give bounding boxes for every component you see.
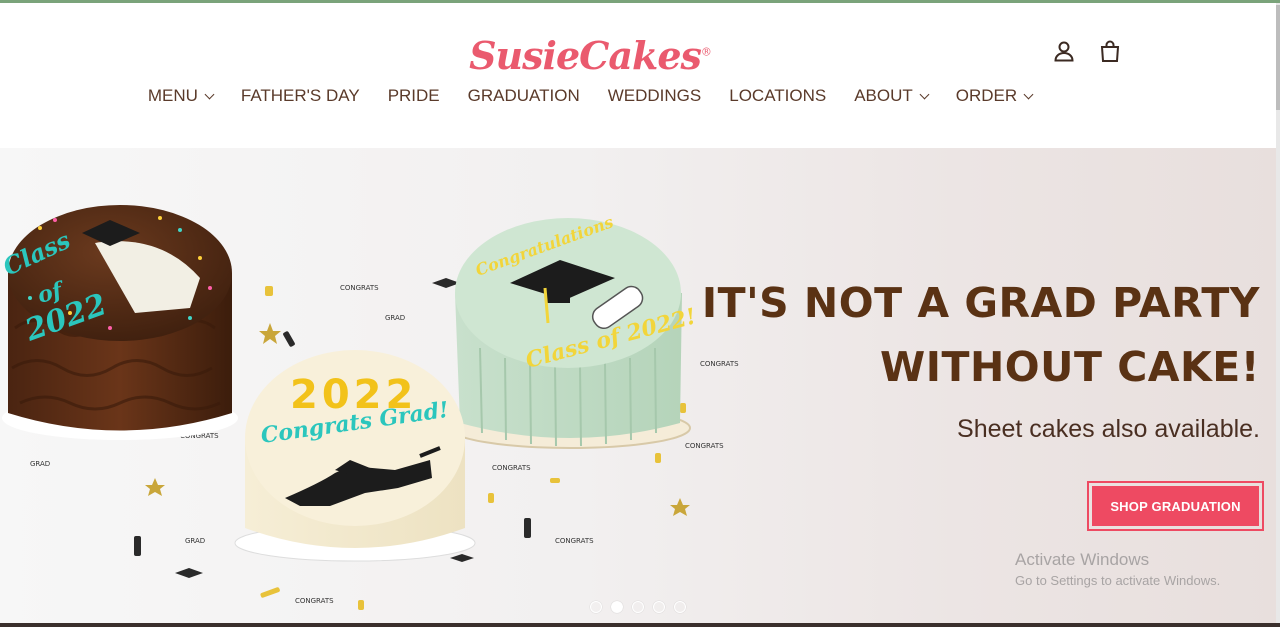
chevron-down-icon [1023, 89, 1034, 99]
svg-text:CONGRATS: CONGRATS [340, 284, 379, 292]
nav-menu[interactable]: MENU [148, 86, 215, 106]
main-navigation: MENU FATHER'S DAY PRIDE GRADUATION WEDDI… [0, 86, 1180, 106]
hero-headline: IT'S NOT A GRAD PARTY WITHOUT CAKE! [701, 279, 1260, 391]
shop-graduation-button[interactable]: SHOP GRADUATION [1092, 486, 1259, 526]
svg-text:CONGRATS: CONGRATS [492, 464, 531, 472]
nav-fathers-day[interactable]: FATHER'S DAY [241, 86, 360, 106]
nav-about[interactable]: ABOUT [854, 86, 930, 106]
hero-banner[interactable]: CONGRATS GRAD CONGRATS CONGRATS CONGRATS GR… [0, 148, 1276, 623]
brand-logo[interactable]: SusieCakes® [0, 33, 1180, 78]
nav-locations[interactable]: LOCATIONS [729, 86, 826, 106]
svg-text:CONGRATS: CONGRATS [685, 442, 724, 450]
slide-dot-1[interactable] [590, 601, 602, 613]
slide-dot-5[interactable] [674, 601, 686, 613]
nav-graduation[interactable]: GRADUATION [468, 86, 580, 106]
chevron-down-icon [204, 89, 215, 99]
cart-button[interactable] [1097, 37, 1123, 65]
scrollbar-thumb[interactable] [1276, 5, 1280, 110]
graduation-cakes-image: CONGRATS GRAD CONGRATS CONGRATS CONGRATS GR… [0, 205, 739, 610]
svg-text:CONGRATS: CONGRATS [555, 537, 594, 545]
svg-text:GRAD: GRAD [385, 314, 405, 322]
svg-text:GRAD: GRAD [30, 460, 50, 468]
chevron-down-icon [919, 89, 930, 99]
slide-dot-3[interactable] [632, 601, 644, 613]
user-icon [1054, 41, 1074, 62]
slide-dot-2[interactable] [611, 601, 623, 613]
next-section-edge [0, 623, 1280, 627]
hero-subline: Sheet cakes also available. [957, 415, 1260, 443]
slide-indicators [590, 601, 686, 613]
account-button[interactable] [1051, 37, 1077, 65]
svg-text:CONGRATS: CONGRATS [295, 597, 334, 605]
nav-order[interactable]: ORDER [956, 86, 1034, 106]
page-scrollbar[interactable] [1276, 3, 1280, 623]
cta-focus-ring: SHOP GRADUATION [1087, 481, 1264, 531]
site-header: SusieCakes® MENU FATHER'S DAY PRIDE GRAD… [0, 3, 1280, 148]
slide-dot-4[interactable] [653, 601, 665, 613]
shopping-bag-icon [1100, 40, 1120, 62]
svg-text:GRAD: GRAD [185, 537, 205, 545]
nav-weddings[interactable]: WEDDINGS [608, 86, 702, 106]
nav-pride[interactable]: PRIDE [388, 86, 440, 106]
windows-activation-watermark: Activate Windows Go to Settings to activ… [1015, 550, 1221, 588]
